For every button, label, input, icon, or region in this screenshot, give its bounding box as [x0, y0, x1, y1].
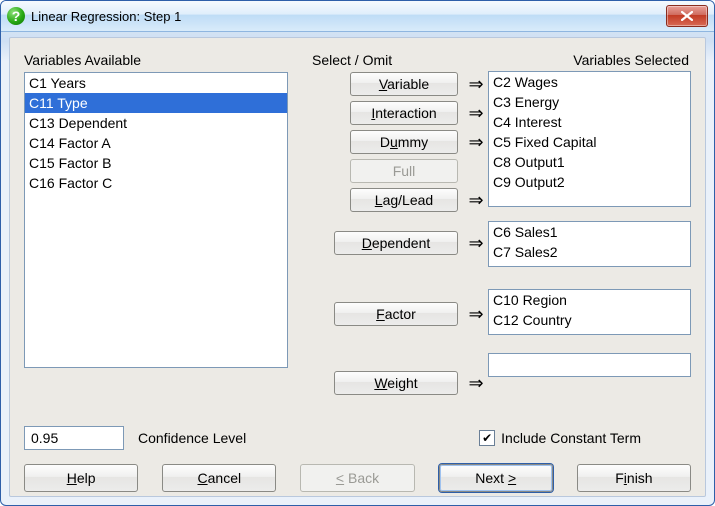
confidence-level-input[interactable] — [24, 426, 124, 450]
arrow-icon: ⇒ — [464, 305, 488, 323]
factor-list[interactable]: C10 RegionC12 Country — [488, 289, 691, 335]
list-item[interactable]: C1 Years — [25, 73, 287, 93]
selected-column: C2 WagesC3 EnergyC4 InterestC5 Fixed Cap… — [488, 72, 691, 400]
main-row: C1 YearsC11 TypeC13 DependentC14 Factor … — [24, 72, 691, 400]
full-button: Full — [350, 159, 458, 183]
list-item[interactable]: C5 Fixed Capital — [489, 132, 690, 152]
weight-input[interactable] — [488, 353, 691, 377]
lag-lead-button[interactable]: Lag/Lead — [350, 188, 458, 212]
back-button: < Back — [300, 464, 414, 492]
finish-button[interactable]: Finish — [577, 464, 691, 492]
variables-available-list[interactable]: C1 YearsC11 TypeC13 DependentC14 Factor … — [24, 72, 288, 368]
list-item[interactable]: C4 Interest — [489, 112, 690, 132]
dependent-button[interactable]: Dependent — [334, 231, 458, 255]
list-item[interactable]: C10 Region — [489, 290, 690, 310]
help-icon: ? — [7, 7, 25, 25]
include-constant-checkbox[interactable]: ✔ Include Constant Term — [479, 430, 641, 446]
weight-button[interactable]: Weight — [334, 371, 458, 395]
list-item[interactable]: C3 Energy — [489, 92, 690, 112]
cancel-button[interactable]: Cancel — [162, 464, 276, 492]
list-item[interactable]: C8 Output1 — [489, 152, 690, 172]
client-area: Variables Available Select / Omit Variab… — [9, 37, 706, 497]
list-item[interactable]: C13 Dependent — [25, 113, 287, 133]
list-item[interactable]: C7 Sales2 — [489, 242, 690, 262]
dummy-button[interactable]: Dummy — [350, 130, 458, 154]
list-item[interactable]: C12 Country — [489, 310, 690, 330]
include-constant-label: Include Constant Term — [501, 430, 641, 446]
dialog-window: ? Linear Regression: Step 1 Variables Av… — [0, 0, 715, 506]
title-bar: ? Linear Regression: Step 1 — [1, 1, 714, 32]
arrow-icon: ⇒ — [464, 75, 488, 93]
factor-button[interactable]: Factor — [334, 302, 458, 326]
list-item[interactable]: C15 Factor B — [25, 153, 287, 173]
arrow-icon: ⇒ — [464, 191, 488, 209]
variables-selected-list[interactable]: C2 WagesC3 EnergyC4 InterestC5 Fixed Cap… — [488, 71, 691, 207]
confidence-row: Confidence Level ✔ Include Constant Term — [24, 426, 691, 450]
variable-button[interactable]: Variable — [350, 72, 458, 96]
list-item[interactable]: C6 Sales1 — [489, 222, 690, 242]
help-button[interactable]: Help — [24, 464, 138, 492]
close-icon — [681, 11, 693, 21]
list-item[interactable]: C9 Output2 — [489, 172, 690, 192]
list-item[interactable]: C16 Factor C — [25, 173, 287, 193]
close-button[interactable] — [666, 5, 708, 27]
list-item[interactable]: C2 Wages — [489, 72, 690, 92]
middle-buttons-column: Variable ⇒ Interaction ⇒ Dummy ⇒ Full ⇒ … — [288, 72, 488, 400]
top-labels-row: Variables Available Select / Omit Variab… — [24, 52, 691, 68]
next-button[interactable]: Next > — [439, 464, 553, 492]
arrow-icon: ⇒ — [464, 133, 488, 151]
label-variables-selected: Variables Selected — [482, 52, 691, 68]
label-select-omit: Select / Omit — [302, 52, 482, 68]
arrow-icon: ⇒ — [464, 374, 488, 392]
dependent-list[interactable]: C6 Sales1C7 Sales2 — [488, 221, 691, 267]
interaction-button[interactable]: Interaction — [350, 101, 458, 125]
label-variables-available: Variables Available — [24, 52, 302, 68]
checkbox-icon: ✔ — [479, 430, 495, 446]
arrow-icon: ⇒ — [464, 104, 488, 122]
list-item[interactable]: C11 Type — [25, 93, 287, 113]
arrow-icon: ⇒ — [464, 234, 488, 252]
confidence-level-label: Confidence Level — [138, 430, 246, 446]
window-title: Linear Regression: Step 1 — [31, 9, 181, 24]
list-item[interactable]: C14 Factor A — [25, 133, 287, 153]
bottom-button-row: Help Cancel < Back Next > Finish — [24, 464, 691, 492]
